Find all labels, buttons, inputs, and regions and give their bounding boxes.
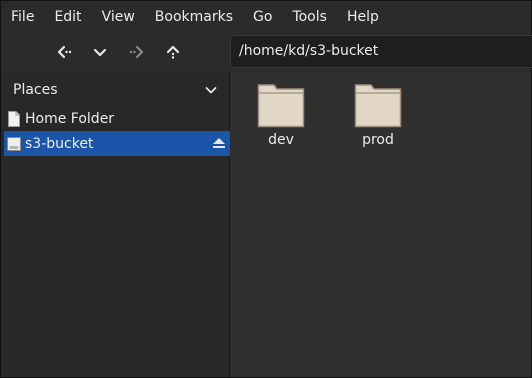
- sidebar-item-s3-bucket[interactable]: s3-bucket: [4, 131, 230, 156]
- file-name: prod: [362, 132, 394, 148]
- menu-tools[interactable]: Tools: [282, 1, 337, 34]
- menu-help[interactable]: Help: [337, 1, 389, 34]
- sidebar-item-label: Home Folder: [25, 110, 115, 127]
- forward-button[interactable]: [122, 38, 152, 66]
- menu-edit[interactable]: Edit: [44, 1, 91, 34]
- menu-go[interactable]: Go: [243, 1, 282, 34]
- menubar: File Edit View Bookmarks Go Tools Help: [1, 1, 531, 34]
- menu-file[interactable]: File: [1, 1, 44, 34]
- back-arrow-icon: [57, 45, 72, 59]
- chevron-down-icon: [205, 87, 217, 94]
- toolbar: /home/kd/s3-bucket: [1, 34, 532, 72]
- back-button[interactable]: [49, 38, 79, 66]
- places-header[interactable]: Places: [1, 76, 230, 104]
- location-path-input[interactable]: /home/kd/s3-bucket: [230, 35, 532, 68]
- forward-arrow-icon: [129, 45, 144, 59]
- folder-icon: [257, 84, 305, 128]
- file-name: dev: [268, 132, 294, 148]
- history-button[interactable]: [85, 38, 115, 66]
- file-item-prod[interactable]: prod: [333, 72, 423, 152]
- eject-icon[interactable]: [212, 137, 226, 149]
- file-item-dev[interactable]: dev: [236, 72, 326, 152]
- file-view: dev prod: [231, 72, 531, 377]
- up-button[interactable]: [158, 38, 188, 66]
- sidebar: Places Home Folder s3-bucket: [1, 72, 230, 377]
- places-header-label: Places: [13, 82, 58, 98]
- chevron-down-icon: [93, 48, 107, 57]
- menu-bookmarks[interactable]: Bookmarks: [145, 1, 243, 34]
- menu-view[interactable]: View: [92, 1, 145, 34]
- sidebar-item-home-folder[interactable]: Home Folder: [4, 106, 230, 131]
- up-arrow-icon: [166, 45, 180, 59]
- sidebar-item-label: s3-bucket: [25, 135, 94, 152]
- places-list: Home Folder s3-bucket: [4, 106, 230, 156]
- file-manager-window: File Edit View Bookmarks Go Tools Help /…: [0, 0, 532, 378]
- folder-icon: [354, 84, 402, 128]
- document-icon: [8, 110, 20, 127]
- drive-icon: [7, 136, 21, 151]
